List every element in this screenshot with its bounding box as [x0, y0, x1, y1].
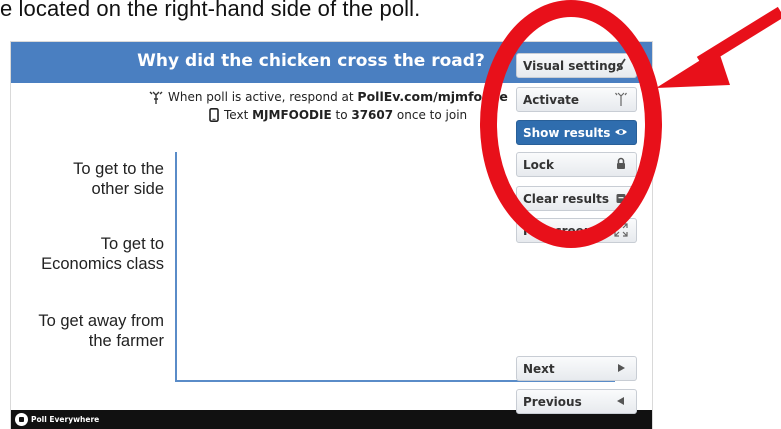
button-label: Lock [523, 158, 554, 172]
trash-icon [614, 191, 628, 207]
answer-line: To get away from [38, 312, 164, 330]
button-label: Previous [523, 395, 582, 409]
text-keyword: MJMFOODIE [252, 108, 332, 122]
next-button[interactable]: Next [516, 356, 637, 381]
poll-everywhere-logo [15, 413, 28, 426]
respond-url: PollEv.com/mjmfoo ie [357, 89, 508, 104]
text-number: 37607 [351, 108, 394, 122]
clear-results-button[interactable]: Clear results [516, 186, 637, 211]
answer-option: To get away from the farmer [38, 311, 164, 351]
eye-icon [614, 125, 628, 141]
button-label: Next [523, 362, 555, 376]
play-left-icon [614, 394, 628, 410]
respond-prefix: When poll is active, respond at [168, 90, 358, 104]
answer-line: To get to the [73, 160, 164, 178]
text-instructions: Text MJMFOODIE to 37607 once to join [209, 108, 467, 125]
button-label: Show results [523, 126, 611, 140]
chart-axis-vertical [175, 152, 177, 381]
footer-brand: Poll Everywhere [31, 415, 100, 424]
play-right-icon [614, 361, 628, 377]
button-label: Activate [523, 93, 580, 107]
button-label: Clear results [523, 192, 609, 206]
button-label: Visual settings [523, 59, 624, 73]
answer-option: To get to the other side [73, 159, 164, 199]
activate-button[interactable]: Activate [516, 87, 637, 112]
answer-option: To get to Economics class [41, 234, 164, 274]
fullscreen-button[interactable]: Fullscreen [516, 218, 637, 243]
answer-line: the farmer [88, 332, 164, 350]
antenna-icon [149, 91, 163, 107]
visual-settings-button[interactable]: Visual settings [516, 53, 637, 78]
text-prefix: Text [224, 108, 253, 122]
text-mid: to [331, 108, 352, 122]
show-results-button[interactable]: Show results [516, 120, 637, 145]
caption-text: e located on the right-hand side of the … [0, 0, 421, 21]
phone-icon [209, 108, 219, 125]
expand-icon [614, 223, 628, 239]
antenna-icon [614, 92, 628, 108]
answer-line: Economics class [41, 255, 164, 273]
previous-button[interactable]: Previous [516, 389, 637, 414]
pencil-icon [614, 58, 628, 74]
lock-button[interactable]: Lock [516, 152, 637, 177]
text-suffix: once to join [393, 108, 468, 122]
answer-line: To get to [100, 235, 164, 253]
lock-icon [614, 157, 628, 173]
answer-line: other side [91, 180, 164, 198]
button-label: Fullscreen [523, 224, 593, 238]
respond-instructions: When poll is active, respond at PollEv.c… [149, 89, 509, 107]
